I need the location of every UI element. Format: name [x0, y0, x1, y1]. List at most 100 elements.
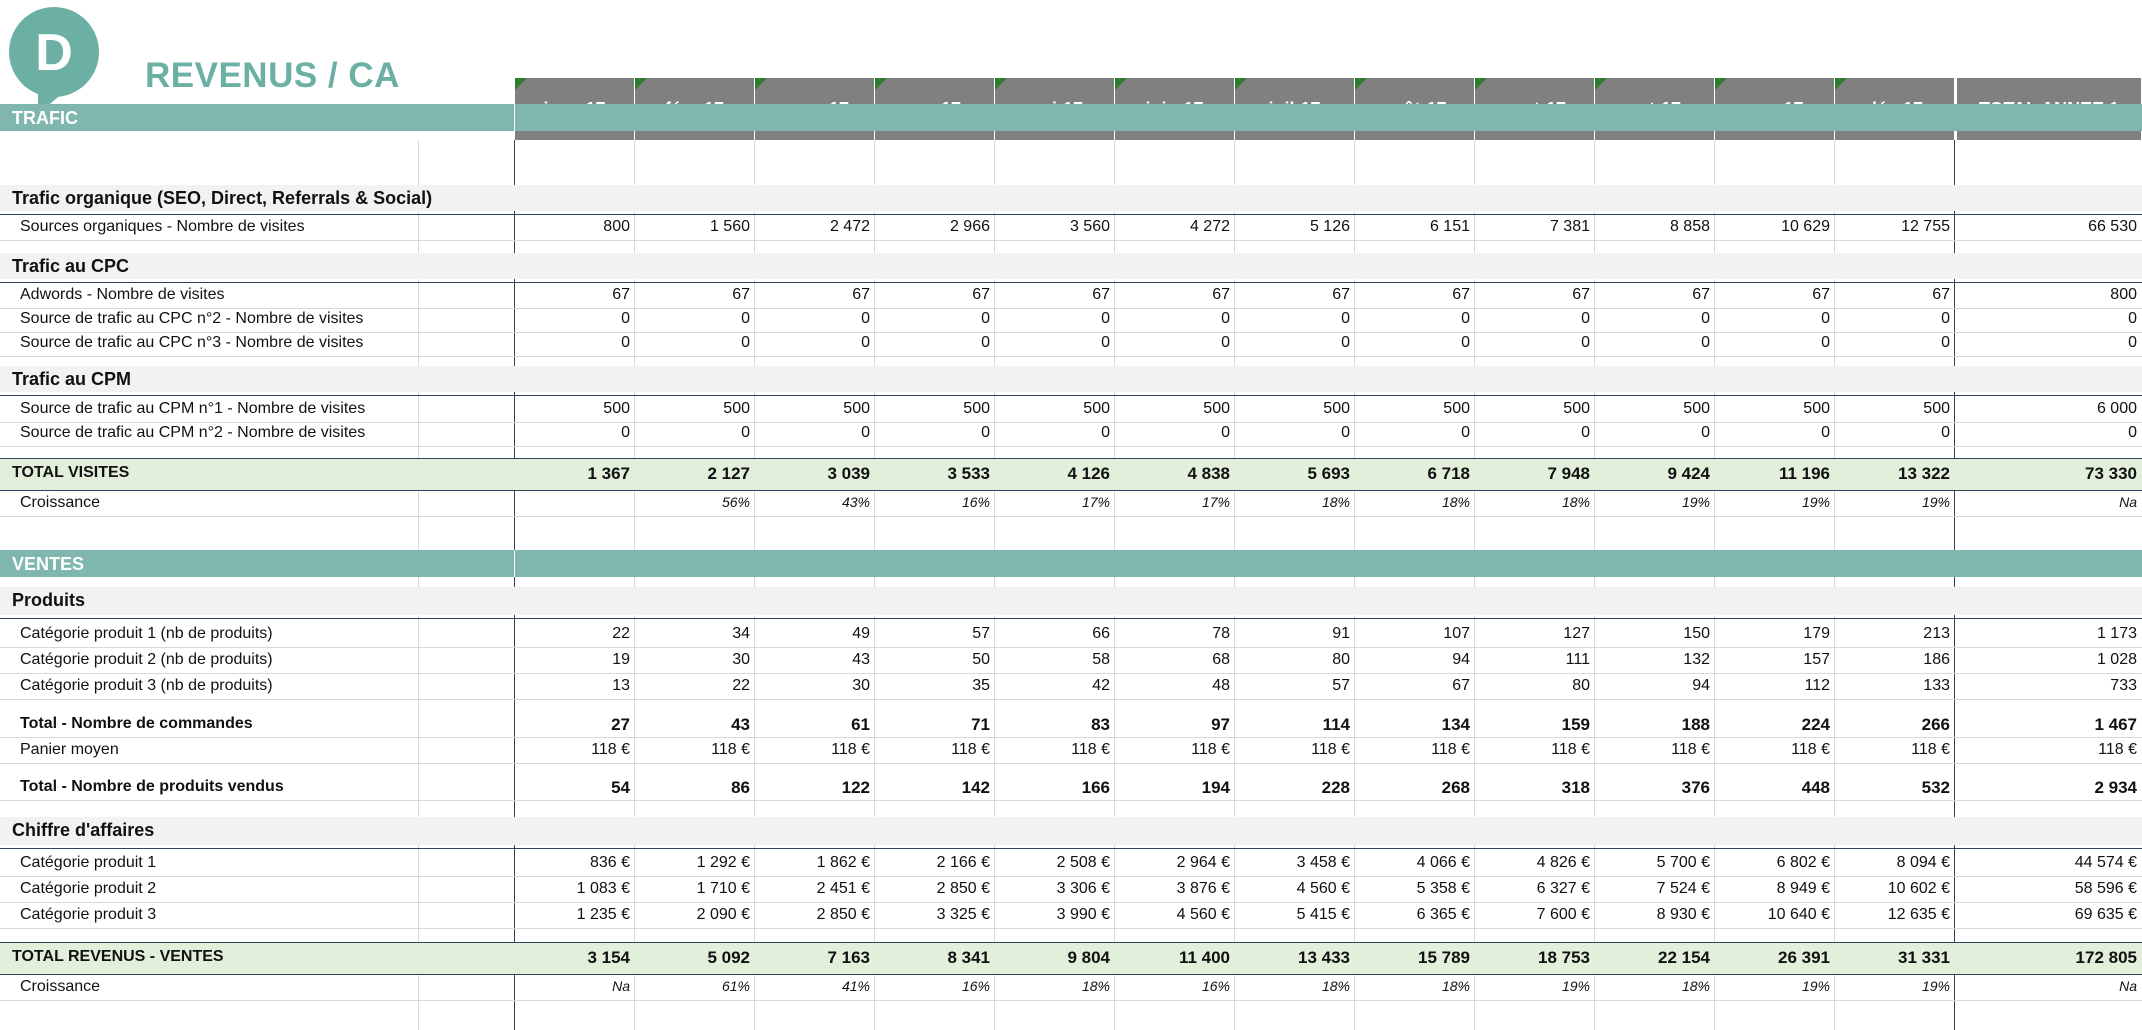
cell-value[interactable]: 10 629	[1715, 218, 1835, 236]
cell-value[interactable]: 0	[1115, 424, 1235, 442]
cell-value[interactable]: 5 126	[1235, 218, 1355, 236]
cell-value[interactable]: 3 039	[755, 464, 875, 484]
cell-value[interactable]: 6 718	[1355, 464, 1475, 484]
row-label[interactable]: Total - Nombre de commandes	[20, 715, 253, 733]
cell-value[interactable]: 0	[875, 334, 995, 352]
cell-value[interactable]: 8 094 €	[1835, 854, 1955, 872]
cell-value[interactable]: 67	[635, 286, 755, 304]
cell-value[interactable]: 0	[755, 310, 875, 328]
cell-value[interactable]: 0	[755, 424, 875, 442]
cell-value[interactable]: 78	[1115, 625, 1235, 643]
cell-value[interactable]: 0	[1355, 310, 1475, 328]
cell-value[interactable]: 48	[1115, 677, 1235, 695]
cell-value[interactable]: 114	[1235, 715, 1355, 735]
total-cell-value[interactable]: Na	[1955, 978, 2142, 994]
cell-value[interactable]: 0	[1235, 310, 1355, 328]
cell-value[interactable]: 122	[755, 778, 875, 798]
cell-value[interactable]: 118 €	[1475, 741, 1595, 759]
cell-value[interactable]: 5 693	[1235, 464, 1355, 484]
cell-value[interactable]: 10 602 €	[1835, 880, 1955, 898]
cell-value[interactable]: 133	[1835, 677, 1955, 695]
cell-value[interactable]: 0	[1715, 424, 1835, 442]
cell-value[interactable]: 22 154	[1595, 948, 1715, 968]
cell-value[interactable]: 800	[515, 218, 635, 236]
row-label[interactable]: Catégorie produit 3	[20, 906, 156, 924]
cell-value[interactable]: 0	[755, 334, 875, 352]
cell-value[interactable]: 3 876 €	[1115, 880, 1235, 898]
cell-value[interactable]: 111	[1475, 651, 1595, 669]
cell-value[interactable]: 500	[635, 400, 755, 418]
cell-value[interactable]: 118 €	[995, 741, 1115, 759]
cell-value[interactable]: 836 €	[515, 854, 635, 872]
cell-value[interactable]: 0	[1475, 334, 1595, 352]
row-label[interactable]: Croissance	[20, 494, 100, 512]
total-cell-value[interactable]: 44 574 €	[1955, 854, 2142, 872]
total-cell-value[interactable]: 800	[1955, 286, 2142, 304]
row-label[interactable]: Source de trafic au CPC n°2 - Nombre de …	[20, 310, 363, 328]
cell-value[interactable]: 0	[1475, 424, 1595, 442]
cell-value[interactable]: 0	[1235, 424, 1355, 442]
cell-value[interactable]: 118 €	[1355, 741, 1475, 759]
cell-value[interactable]: 97	[1115, 715, 1235, 735]
cell-value[interactable]: 18 753	[1475, 948, 1595, 968]
total-cell-value[interactable]: 0	[1955, 310, 2142, 328]
cell-value[interactable]: 376	[1595, 778, 1715, 798]
cell-value[interactable]: 186	[1835, 651, 1955, 669]
cell-value[interactable]: 118 €	[515, 741, 635, 759]
cell-value[interactable]: 4 066 €	[1355, 854, 1475, 872]
cell-value[interactable]: 57	[875, 625, 995, 643]
cell-value[interactable]: 0	[1355, 334, 1475, 352]
cell-value[interactable]: 0	[995, 310, 1115, 328]
cell-value[interactable]: 8 949 €	[1715, 880, 1835, 898]
cell-value[interactable]: Na	[515, 978, 635, 994]
cell-value[interactable]: 16%	[875, 494, 995, 510]
cell-value[interactable]: 43	[755, 651, 875, 669]
cell-value[interactable]: 17%	[995, 494, 1115, 510]
cell-value[interactable]: 0	[1115, 334, 1235, 352]
cell-value[interactable]: 157	[1715, 651, 1835, 669]
cell-value[interactable]: 3 154	[515, 948, 635, 968]
row-label[interactable]: Source de trafic au CPM n°1 - Nombre de …	[20, 400, 365, 418]
cell-value[interactable]: 19%	[1715, 978, 1835, 994]
cell-value[interactable]: 94	[1355, 651, 1475, 669]
cell-value[interactable]: 4 560 €	[1235, 880, 1355, 898]
cell-value[interactable]: 17%	[1115, 494, 1235, 510]
cell-value[interactable]: 2 451 €	[755, 880, 875, 898]
cell-value[interactable]: 448	[1715, 778, 1835, 798]
cell-value[interactable]: 159	[1475, 715, 1595, 735]
row-label[interactable]: Panier moyen	[20, 741, 119, 759]
cell-value[interactable]: 18%	[1475, 494, 1595, 510]
cell-value[interactable]: 3 458 €	[1235, 854, 1355, 872]
cell-value[interactable]: 18%	[1355, 494, 1475, 510]
cell-value[interactable]: 5 415 €	[1235, 906, 1355, 924]
row-label[interactable]: TOTAL REVENUS - VENTES	[12, 948, 224, 966]
cell-value[interactable]: 0	[1715, 310, 1835, 328]
cell-value[interactable]: 27	[515, 715, 635, 735]
cell-value[interactable]: 56%	[635, 494, 755, 510]
row-label[interactable]: Catégorie produit 1 (nb de produits)	[20, 625, 273, 643]
cell-value[interactable]: 67	[995, 286, 1115, 304]
cell-value[interactable]: 1 367	[515, 464, 635, 484]
cell-value[interactable]: 35	[875, 677, 995, 695]
row-label[interactable]: Source de trafic au CPC n°3 - Nombre de …	[20, 334, 363, 352]
total-cell-value[interactable]: 1 173	[1955, 625, 2142, 643]
cell-value[interactable]: 1 560	[635, 218, 755, 236]
cell-value[interactable]: 166	[995, 778, 1115, 798]
cell-value[interactable]: 67	[515, 286, 635, 304]
cell-value[interactable]: 19%	[1595, 494, 1715, 510]
cell-value[interactable]: 118 €	[875, 741, 995, 759]
cell-value[interactable]: 500	[1595, 400, 1715, 418]
cell-value[interactable]: 30	[755, 677, 875, 695]
cell-value[interactable]: 7 600 €	[1475, 906, 1595, 924]
cell-value[interactable]: 43%	[755, 494, 875, 510]
cell-value[interactable]: 67	[1115, 286, 1235, 304]
total-cell-value[interactable]: 66 530	[1955, 218, 2142, 236]
cell-value[interactable]: 500	[1355, 400, 1475, 418]
cell-value[interactable]: 6 327 €	[1475, 880, 1595, 898]
cell-value[interactable]: 0	[1595, 334, 1715, 352]
cell-value[interactable]: 2 127	[635, 464, 755, 484]
cell-value[interactable]: 3 990 €	[995, 906, 1115, 924]
cell-value[interactable]: 2 964 €	[1115, 854, 1235, 872]
cell-value[interactable]: 0	[635, 310, 755, 328]
cell-value[interactable]: 8 858	[1595, 218, 1715, 236]
